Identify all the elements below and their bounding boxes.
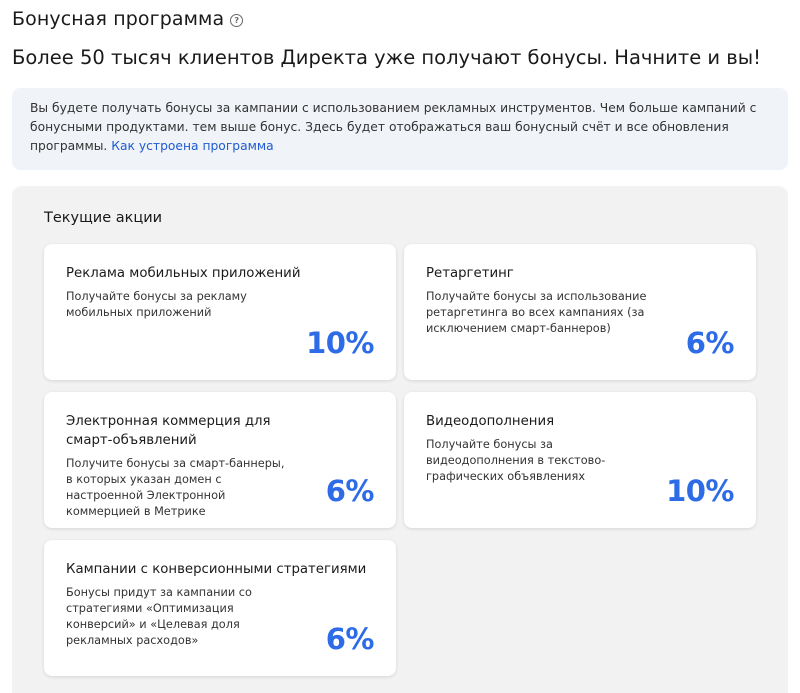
promo-card-percent: 6% bbox=[325, 474, 375, 508]
promo-card-title: Реклама мобильных приложений bbox=[66, 266, 301, 281]
title-row: Бонусная программа ? bbox=[12, 8, 244, 30]
promotions-panel: Текущие акции Реклама мобильных приложен… bbox=[12, 186, 788, 693]
promo-card-percent: 10% bbox=[306, 326, 374, 360]
promo-card-percent: 6% bbox=[325, 622, 375, 656]
promo-card-description: Бонусы придут за кампании со стратегиями… bbox=[66, 586, 252, 647]
info-box: Вы будете получать бонусы за кампании с … bbox=[12, 88, 788, 170]
page-subtitle: Более 50 тысяч клиентов Директа уже полу… bbox=[12, 46, 761, 69]
help-icon[interactable]: ? bbox=[230, 14, 244, 27]
promo-card-description: Получайте бонусы за видеодополнения в те… bbox=[426, 438, 606, 483]
promotions-heading: Текущие акции bbox=[44, 210, 163, 226]
page-title: Бонусная программа bbox=[12, 8, 225, 30]
promo-card-description: Получайте бонусы за использование ретарг… bbox=[426, 290, 647, 335]
promo-card-percent: 6% bbox=[685, 326, 735, 360]
promo-card-description: Получите бонусы за смарт-баннеры, в кото… bbox=[66, 457, 285, 518]
promo-card-title: Кампании с конверсионными стратегиями bbox=[66, 562, 367, 577]
promo-card-ecommerce[interactable]: Электронная коммерция для смарт-объявлен… bbox=[44, 392, 396, 528]
promo-card-retargeting[interactable]: Ретаргетинг Получайте бонусы за использо… bbox=[404, 244, 756, 380]
program-info-link[interactable]: Как устроена программа bbox=[111, 139, 273, 153]
promo-card-title: Электронная коммерция для смарт-объявлен… bbox=[66, 414, 271, 448]
promo-card-title: Ретаргетинг bbox=[426, 266, 514, 281]
promo-card-conversion-strategies[interactable]: Кампании с конверсионными стратегиями Бо… bbox=[44, 540, 396, 676]
promo-card-video[interactable]: Видеодополнения Получайте бонусы за виде… bbox=[404, 392, 756, 528]
promo-card-percent: 10% bbox=[666, 474, 734, 508]
promo-card-description: Получайте бонусы за рекламу мобильных пр… bbox=[66, 290, 247, 319]
promo-card-mobile-apps[interactable]: Реклама мобильных приложений Получайте б… bbox=[44, 244, 396, 380]
promo-card-title: Видеодополнения bbox=[426, 414, 555, 429]
